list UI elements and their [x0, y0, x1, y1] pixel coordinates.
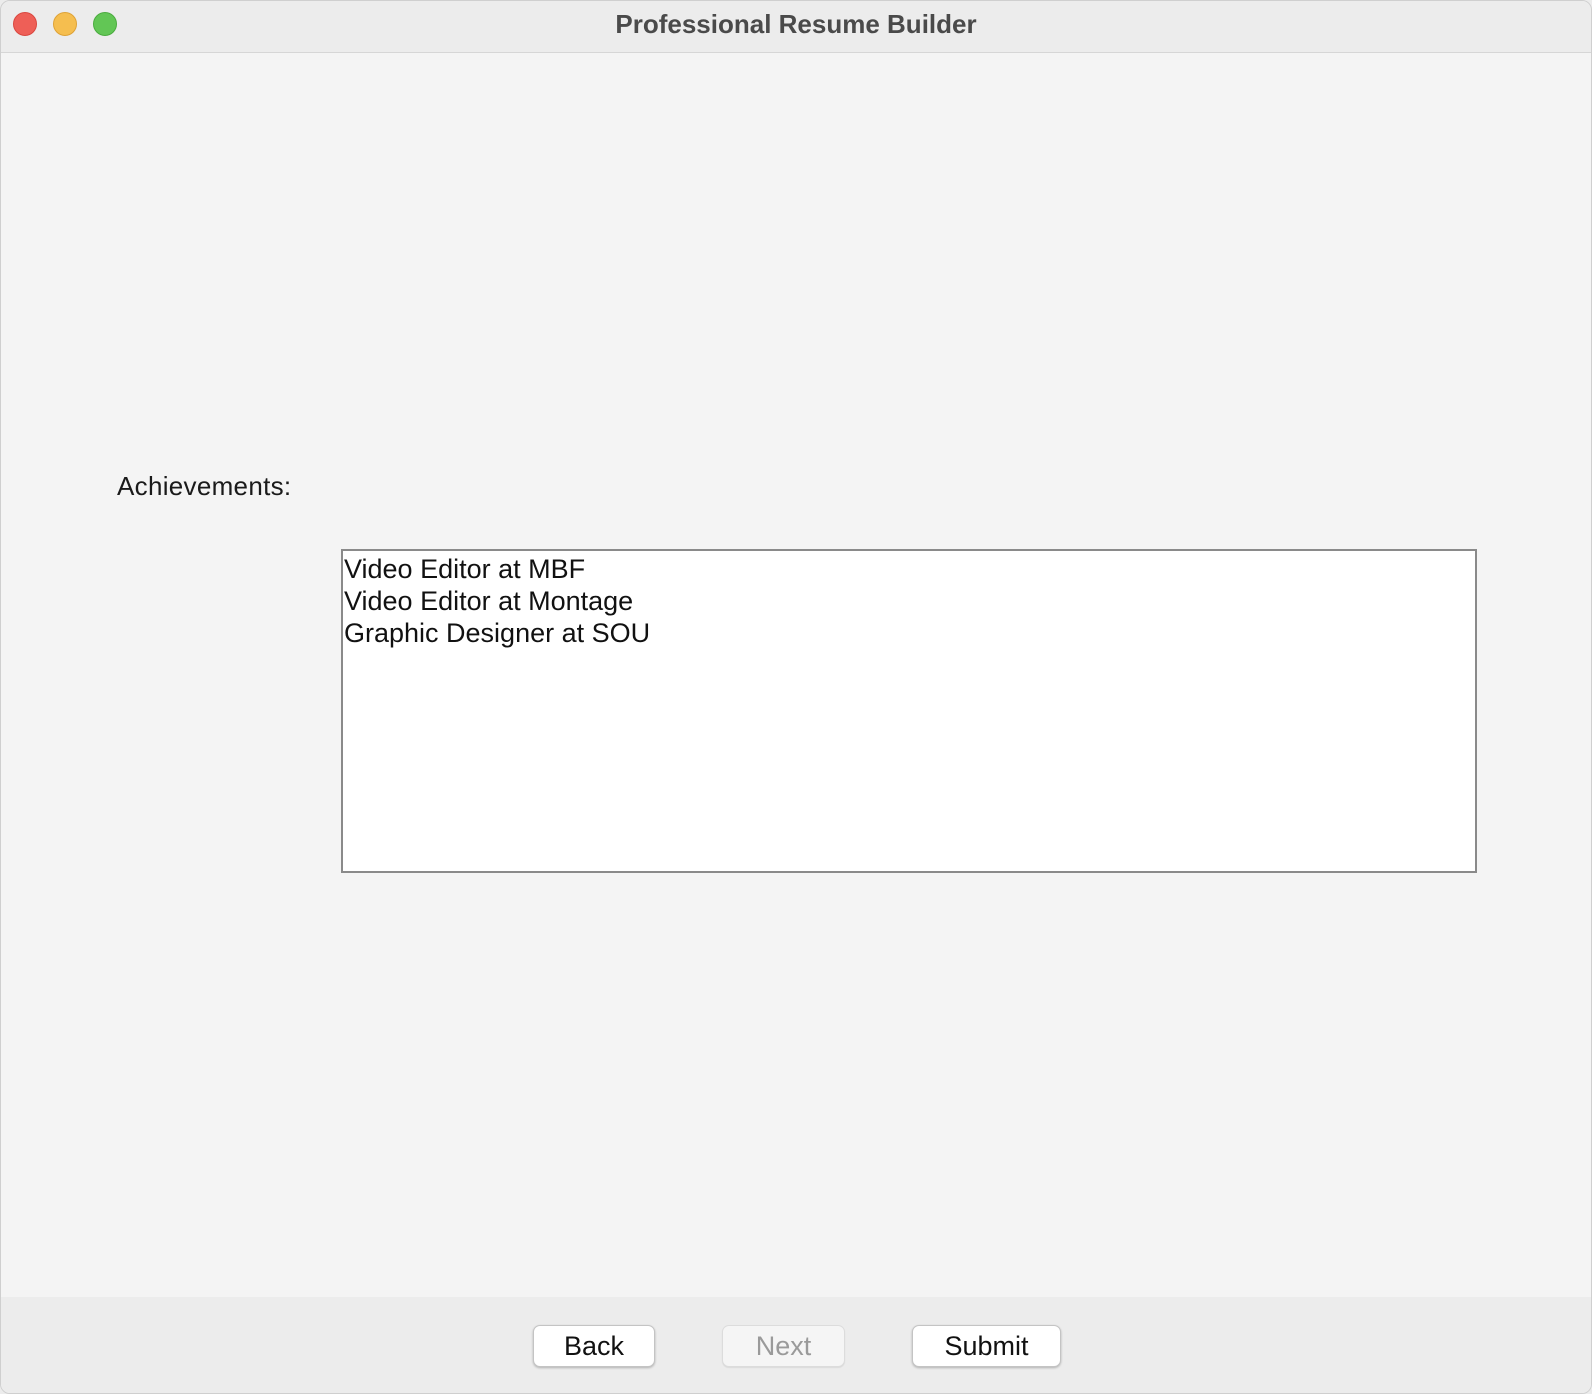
main-content: Achievements: Video Editor at MBF Video …: [1, 53, 1591, 1299]
button-bar: Back Next Submit: [1, 1297, 1591, 1393]
list-item[interactable]: Video Editor at MBF: [344, 553, 1475, 585]
achievements-list[interactable]: Video Editor at MBF Video Editor at Mont…: [341, 549, 1477, 873]
window-title: Professional Resume Builder: [615, 9, 977, 39]
app-window: Professional Resume Builder Achievements…: [0, 0, 1592, 1394]
achievements-label: Achievements:: [117, 471, 292, 501]
next-button[interactable]: Next: [722, 1325, 845, 1367]
list-item[interactable]: Video Editor at Montage: [344, 585, 1475, 617]
submit-button[interactable]: Submit: [912, 1325, 1061, 1367]
list-item[interactable]: Graphic Designer at SOU: [344, 617, 1475, 649]
title-bar[interactable]: Professional Resume Builder: [1, 1, 1591, 53]
back-button[interactable]: Back: [533, 1325, 655, 1367]
